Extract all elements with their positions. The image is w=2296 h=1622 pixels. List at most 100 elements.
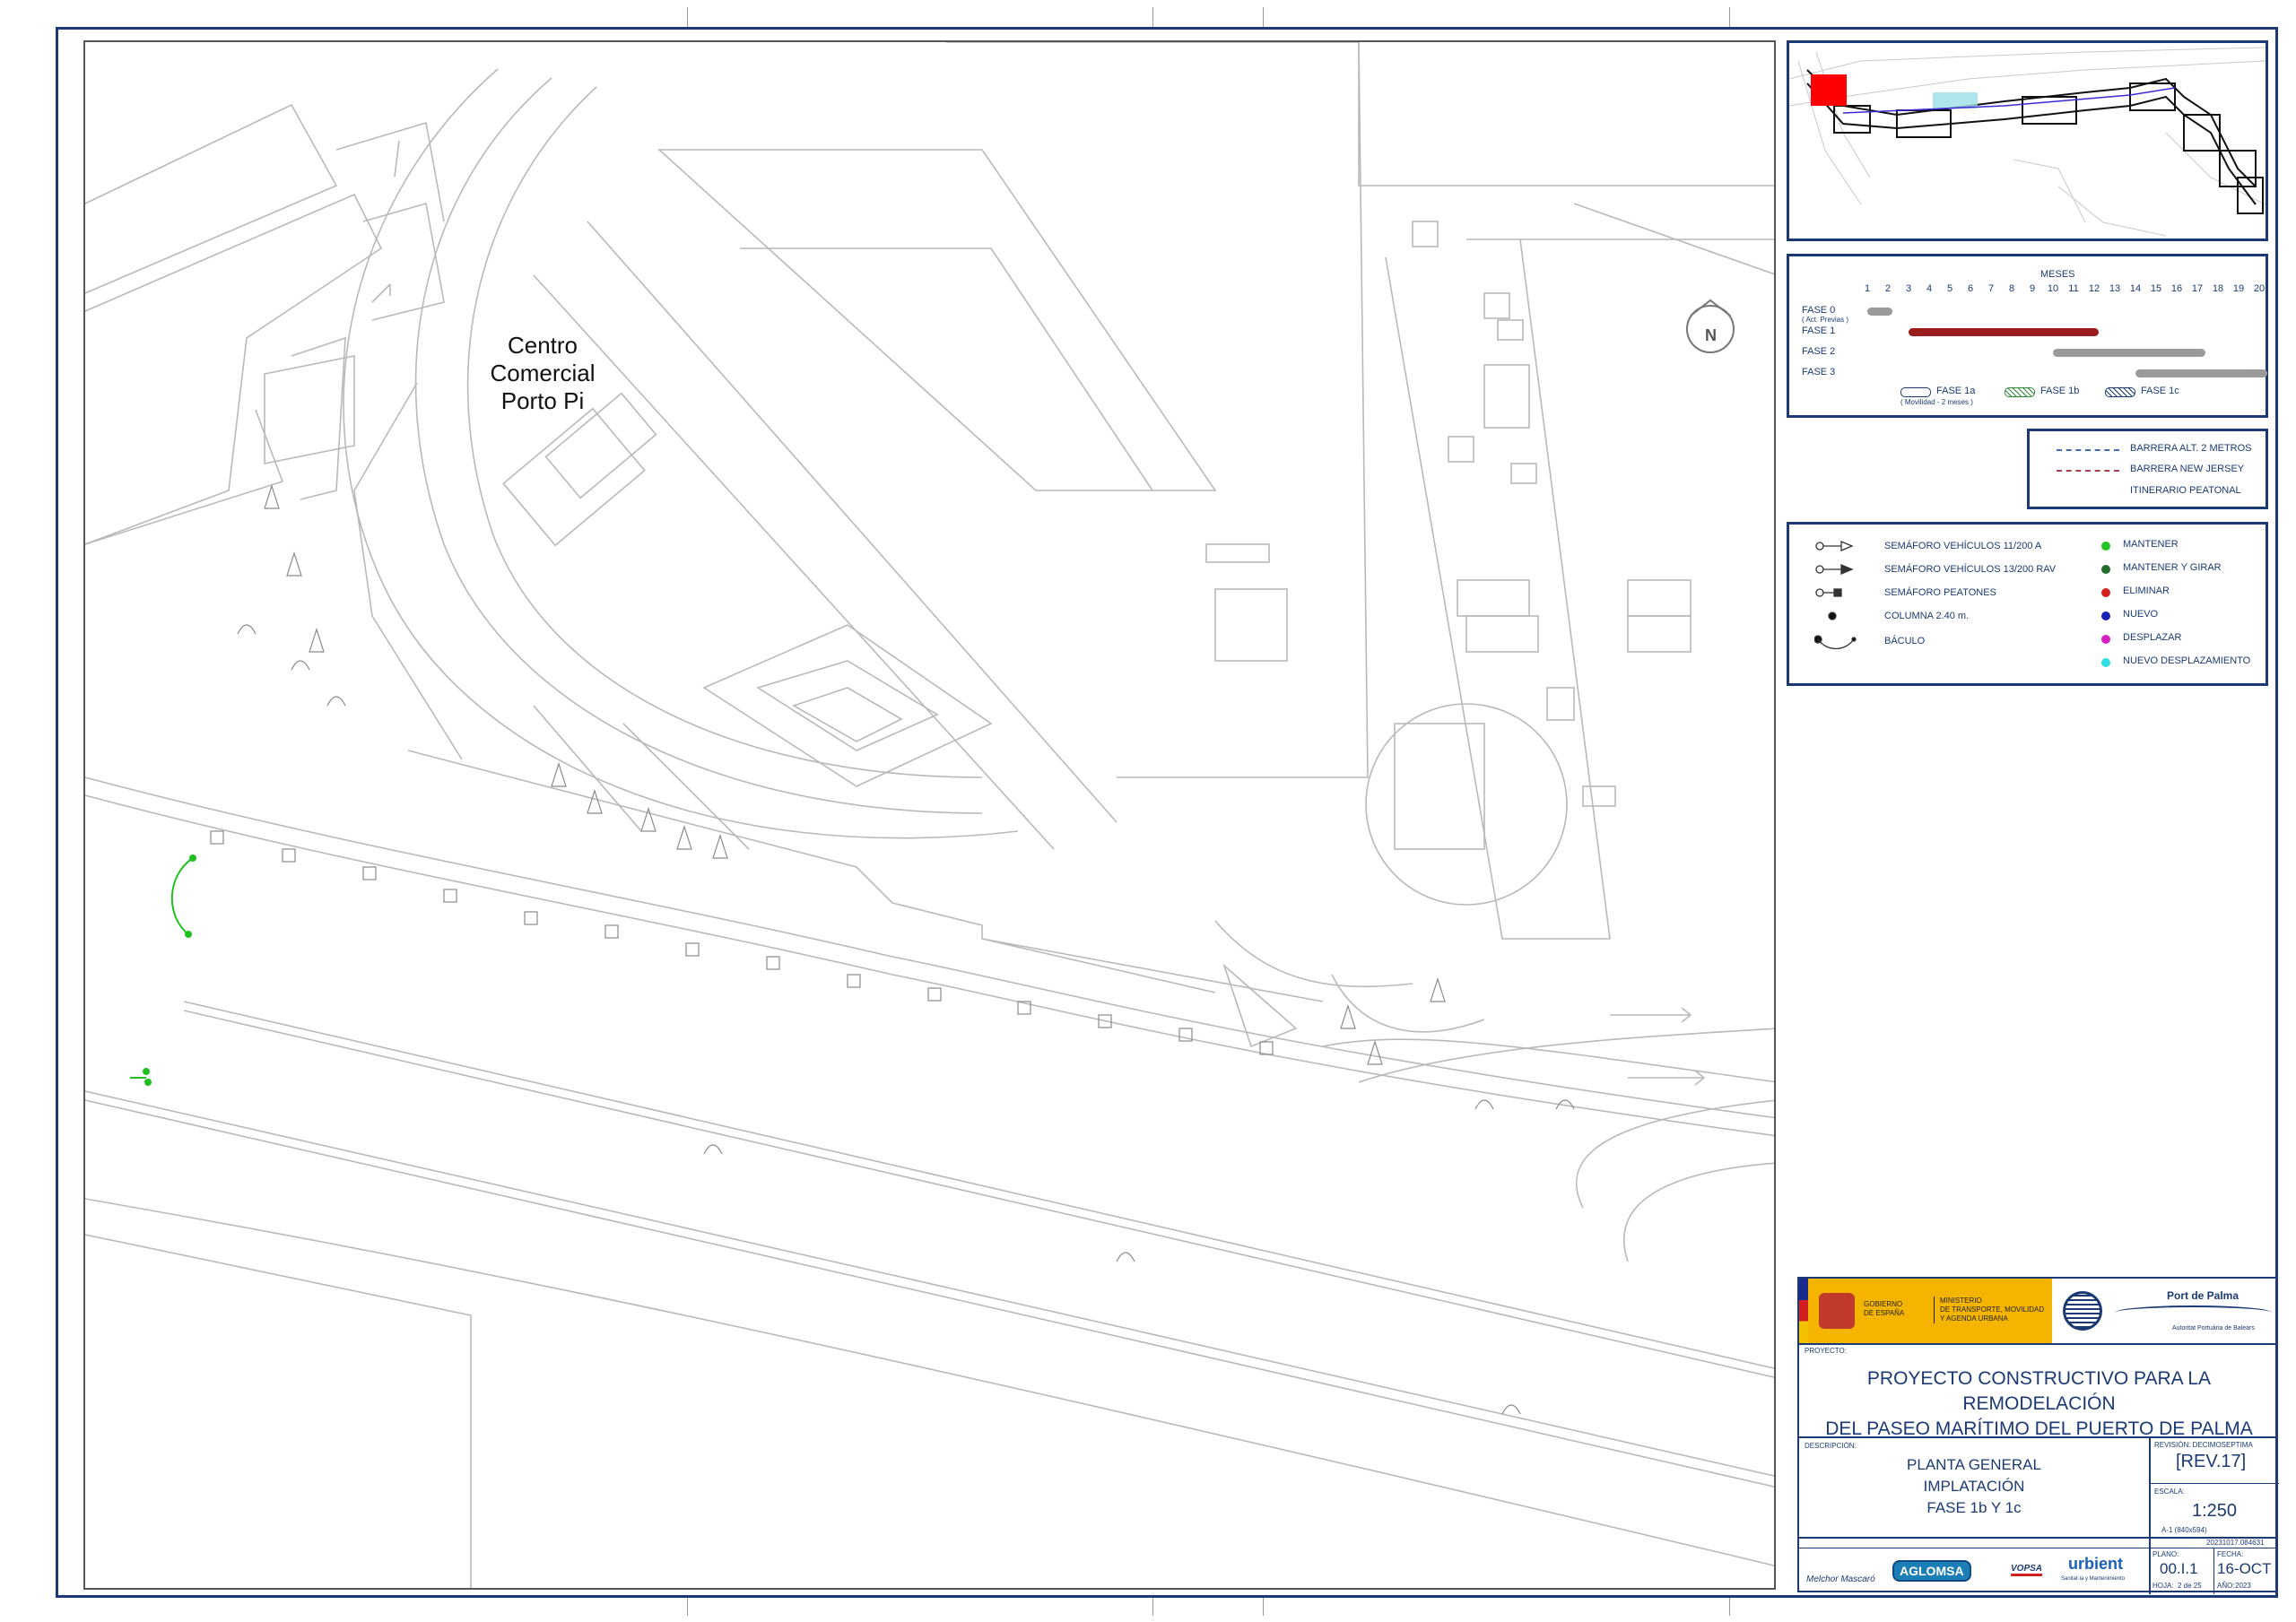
plan-caption: PLANO: bbox=[2152, 1550, 2179, 1558]
revision-caption: REVISIÓN: DECIMOSEPTIMA bbox=[2154, 1441, 2253, 1449]
barrier-legend-panel: BARRERA ALT. 2 METROS BARRERA NEW JERSEY… bbox=[2027, 429, 2268, 509]
subphase-1b-label: FASE 1b bbox=[2040, 386, 2080, 396]
gov-name: GOBIERNO DE ESPAÑA bbox=[1864, 1300, 1904, 1318]
key-map-current-area bbox=[1811, 74, 1847, 106]
date-value: 16-OCT bbox=[2217, 1560, 2272, 1577]
barrier-label-2: BARRERA NEW JERSEY bbox=[2130, 464, 2245, 474]
legend-right-label: MANTENER Y GIRAR bbox=[2123, 562, 2222, 573]
description-caption: DESCRIPCIÓN: bbox=[1805, 1442, 1857, 1450]
legend-left-4: COLUMNA 2.40 m. bbox=[1884, 611, 1970, 621]
phase-bar bbox=[2135, 369, 2268, 377]
phase-bar bbox=[2053, 349, 2206, 357]
month-label: 15 bbox=[2150, 283, 2162, 294]
signal-symbols bbox=[1814, 541, 1857, 650]
phase-label: FASE 2 bbox=[1802, 346, 1836, 357]
port-authority: Autoritat Portuària de Balears bbox=[2172, 1325, 2255, 1331]
map-label-line3: Porto Pi bbox=[500, 387, 585, 414]
month-label: 17 bbox=[2191, 283, 2204, 294]
gov-line2: DE ESPAÑA bbox=[1864, 1309, 1905, 1317]
scale-caption: ESCALA: bbox=[2154, 1488, 2185, 1496]
key-map-panel[interactable] bbox=[1787, 40, 2268, 241]
map-label-line2: Comercial bbox=[490, 360, 596, 386]
company-logo-4-sub: Sanitat·ia y Mantenimiento bbox=[2061, 1576, 2126, 1582]
month-label: 20 bbox=[2253, 283, 2266, 294]
legend-right-label: DESPLAZAR bbox=[2123, 632, 2182, 643]
legend-left-1: SEMÁFORO VEHÍCULOS 11/200 A bbox=[1884, 541, 2042, 551]
barrier-line-1 bbox=[2057, 449, 2119, 451]
month-label: 14 bbox=[2129, 283, 2142, 294]
company-logo-4: urbient bbox=[2068, 1555, 2123, 1573]
month-label: 3 bbox=[1905, 283, 1912, 294]
months-header: MESES bbox=[2040, 269, 2075, 280]
ministry-line1: MINISTERIO bbox=[1940, 1297, 1982, 1305]
company-logo-1: Melchor Mascaró bbox=[1806, 1574, 1875, 1584]
bottom-tick-marks bbox=[0, 1598, 2296, 1622]
ministry-line3: Y AGENDA URBANA bbox=[1940, 1314, 2008, 1323]
legend-right-label: NUEVO bbox=[2123, 609, 2159, 620]
north-letter: N bbox=[1705, 326, 1717, 344]
month-label: 7 bbox=[1987, 283, 1995, 294]
sheet-value: 2 de 25 bbox=[2178, 1582, 2202, 1590]
port-authority-emblem-icon bbox=[2063, 1291, 2102, 1331]
subphase-1a-label: FASE 1a bbox=[1936, 386, 1976, 396]
scale-value: 1:250 bbox=[2192, 1501, 2238, 1521]
description-line2: IMPLATACIÓN bbox=[1923, 1478, 2025, 1495]
date-caption: FECHA: bbox=[2217, 1550, 2244, 1558]
company-logo-2: AGLOMSA bbox=[1892, 1560, 1971, 1582]
description-line3: FASE 1b Y 1c bbox=[1926, 1499, 2022, 1516]
coat-of-arms-icon bbox=[1819, 1293, 1855, 1329]
subphase-1c-swatch bbox=[2105, 387, 2135, 397]
legend-right-label: MANTENER bbox=[2123, 539, 2179, 550]
port-wave-icon bbox=[2115, 1305, 2272, 1320]
ministry-line2: DE TRANSPORTE, MOVILIDAD bbox=[1940, 1305, 2045, 1314]
plan-drawing[interactable]: Centro Comercial Porto Pi N bbox=[83, 40, 1776, 1590]
phase-label: FASE 1 bbox=[1802, 325, 1836, 336]
month-label: 2 bbox=[1884, 283, 1892, 294]
revision-value: [REV.17] bbox=[2176, 1452, 2247, 1471]
company-logo-3: VOPSA bbox=[2011, 1564, 2043, 1576]
month-label: 6 bbox=[1967, 283, 1974, 294]
barrier-line-2 bbox=[2057, 470, 2119, 472]
month-label: 5 bbox=[1946, 283, 1953, 294]
sheet-caption: HOJA: bbox=[2152, 1582, 2174, 1590]
description-block: PLANTA GENERAL IMPLATACIÓN FASE 1b Y 1c bbox=[1799, 1454, 2149, 1519]
symbol-legend-panel: SEMÁFORO VEHÍCULOS 11/200 A SEMÁFORO VEH… bbox=[1787, 522, 2268, 686]
spain-flag-strip bbox=[1799, 1279, 1808, 1343]
port-name: Port de Palma bbox=[2167, 1289, 2239, 1302]
year-value: 2023 bbox=[2235, 1582, 2251, 1590]
month-label: 8 bbox=[2008, 283, 2015, 294]
key-map-drawing bbox=[1788, 47, 2266, 237]
subphase-1a-note: ( Movilidad - 2 meses ) bbox=[1900, 398, 1973, 406]
subphase-1c-label: FASE 1c bbox=[2141, 386, 2179, 396]
legend-left-5: BÁCULO bbox=[1884, 636, 1926, 646]
phase-bar bbox=[1909, 328, 2099, 336]
legend-dot bbox=[2101, 658, 2110, 667]
subphase-1b-swatch bbox=[2005, 387, 2035, 397]
legend-dot bbox=[2101, 635, 2110, 644]
legend-left-3: SEMÁFORO PEATONES bbox=[1884, 587, 1996, 598]
file-code: 20231017.084631 bbox=[2206, 1539, 2265, 1547]
phase-label: FASE 3 bbox=[1802, 367, 1836, 377]
top-tick-marks bbox=[0, 0, 2296, 27]
legend-right-label: ELIMINAR bbox=[2123, 585, 2170, 596]
legend-dot bbox=[2101, 542, 2110, 551]
month-label: 12 bbox=[2088, 283, 2100, 294]
legend-dot bbox=[2101, 565, 2110, 574]
project-caption: PROYECTO: bbox=[1805, 1347, 1847, 1355]
subphase-1a-swatch bbox=[1900, 387, 1931, 397]
month-label: 16 bbox=[2170, 283, 2183, 294]
legend-dot bbox=[2101, 588, 2110, 597]
project-title: PROYECTO CONSTRUCTIVO PARA LA REMODELACI… bbox=[1799, 1366, 2279, 1442]
month-label: 9 bbox=[2029, 283, 2036, 294]
paper-note: A-1 (840x594) bbox=[2161, 1526, 2207, 1534]
project-line1: PROYECTO CONSTRUCTIVO PARA LA REMODELACI… bbox=[1866, 1368, 2212, 1414]
month-label: 13 bbox=[2109, 283, 2121, 294]
barrier-label-1: BARRERA ALT. 2 METROS bbox=[2130, 443, 2252, 454]
year-caption: AÑO: bbox=[2217, 1582, 2235, 1590]
schedule-panel: MESES 1 2 3 4 5 6 7 8 9 10 11 12 13 14 15 16 17 18 19 20 FA… bbox=[1787, 254, 2268, 418]
phase-bar bbox=[1867, 308, 1892, 316]
title-block: GOBIERNO DE ESPAÑA MINISTERIO DE TRANSPO… bbox=[1797, 1277, 2279, 1594]
gov-line1: GOBIERNO bbox=[1864, 1300, 1903, 1308]
phase-label: FASE 0 bbox=[1802, 305, 1836, 316]
plan-value: 00.I.1 bbox=[2160, 1560, 2198, 1577]
